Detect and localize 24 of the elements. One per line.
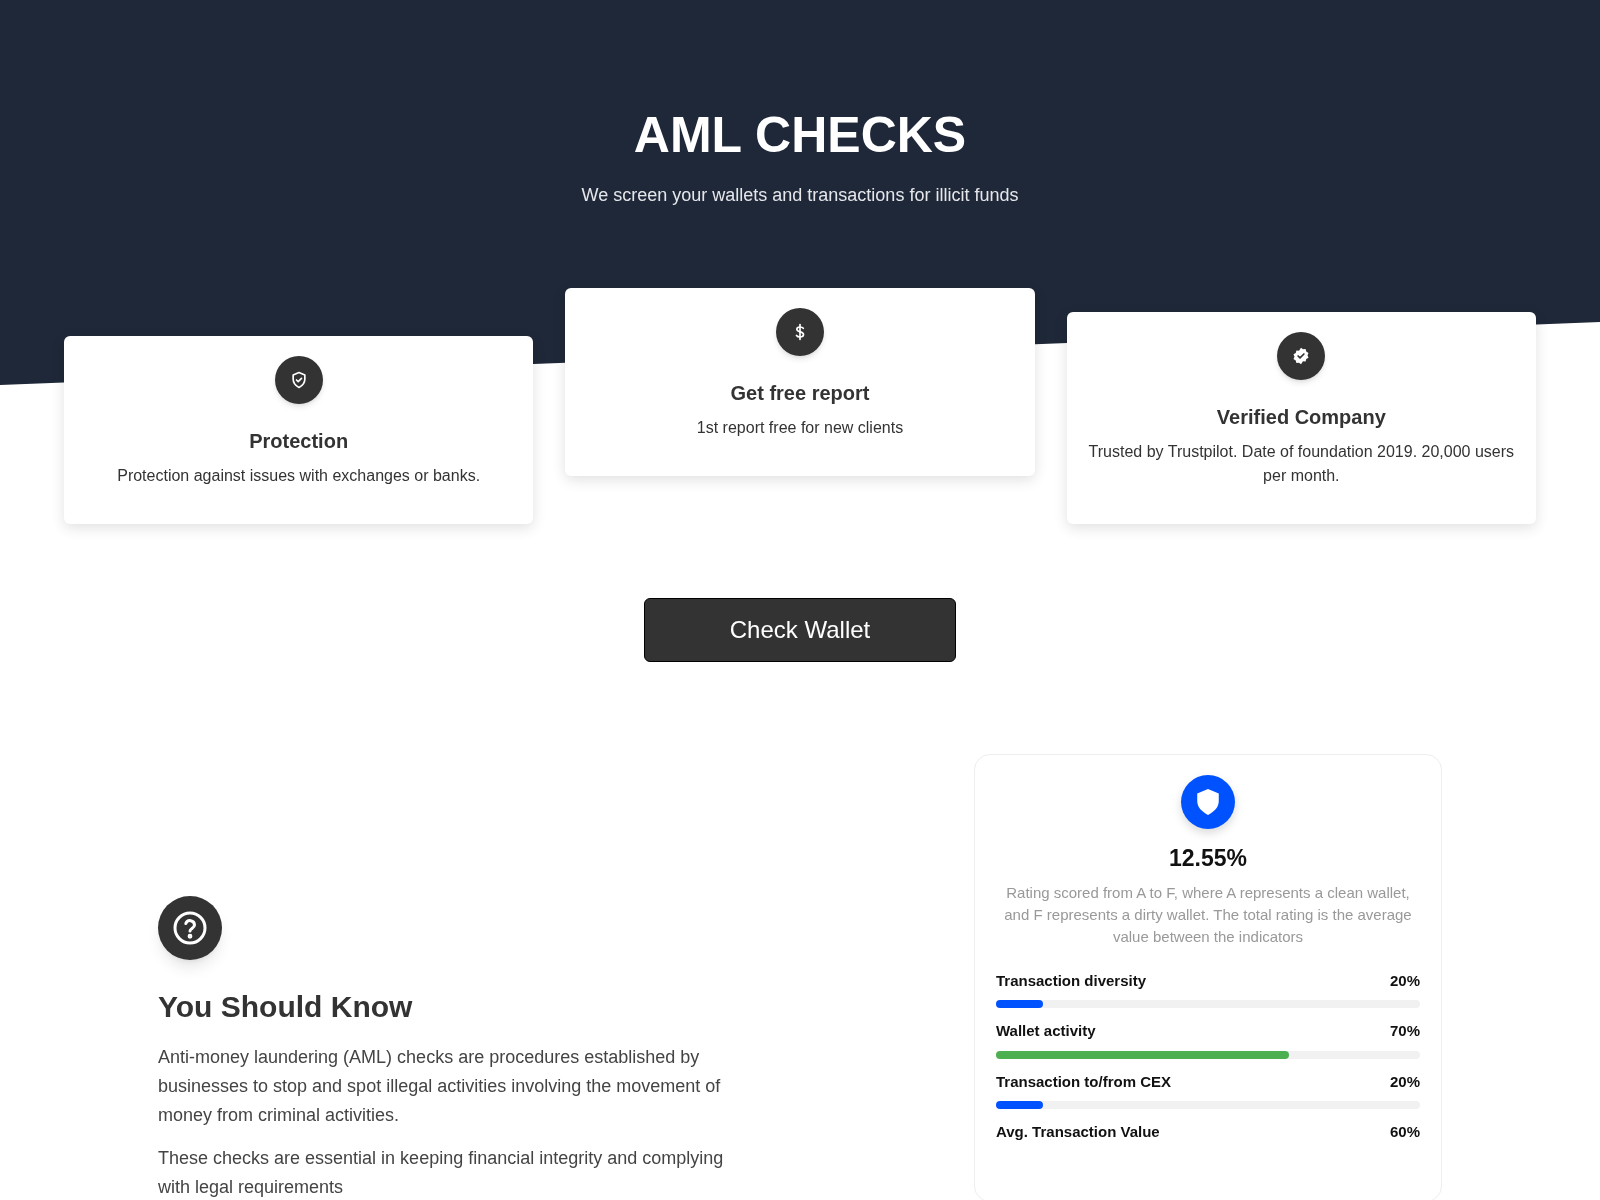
section-title: You Should Know xyxy=(158,989,414,1025)
check-wallet-button[interactable]: Check Wallet xyxy=(644,598,956,662)
page-subtitle: We screen your wallets and transactions for illicit funds xyxy=(581,184,1019,207)
feature-description: 1st report free for new clients xyxy=(696,418,904,438)
indicator-label: Avg. Transaction Value xyxy=(996,1122,1160,1142)
feature-description: Trusted by Trustpilot. Date of foundation 2019. 20,000 users per month. xyxy=(1087,442,1516,486)
question-icon xyxy=(172,910,208,946)
rating-score: 12.55% xyxy=(1169,844,1247,873)
section-paragraph: These checks are essential in keeping financial integrity and complying with legal requirements xyxy=(158,1147,725,1199)
feature-description: Protection against issues with exchanges or banks. xyxy=(117,466,481,486)
rating-description: Rating scored from A to F, where A represents a clean wallet, and F represents a dirty wallet. The total rating is the average value between the indicators xyxy=(1003,882,1413,947)
feature-title: Verified Company xyxy=(1216,405,1386,430)
indicator-label: Transaction to/from CEX xyxy=(996,1071,1172,1092)
page-title: AML CHECKS xyxy=(633,110,967,160)
feature-title: Protection xyxy=(249,429,349,454)
indicator-value: 20% xyxy=(1389,970,1420,991)
indicator-label: Wallet activity xyxy=(996,1021,1096,1041)
feature-title: Get free report xyxy=(730,381,870,406)
section-paragraph: Anti-money laundering (AML) checks are procedures established by businesses to stop and spot illegal activities involving the movement of money from criminal activities. xyxy=(158,1046,722,1127)
indicator-value: 70% xyxy=(1389,1021,1420,1041)
indicator-value: 20% xyxy=(1389,1071,1420,1092)
shield-icon xyxy=(1195,788,1221,816)
indicator-label: Transaction diversity xyxy=(996,970,1147,991)
indicator-value: 60% xyxy=(1389,1122,1420,1142)
